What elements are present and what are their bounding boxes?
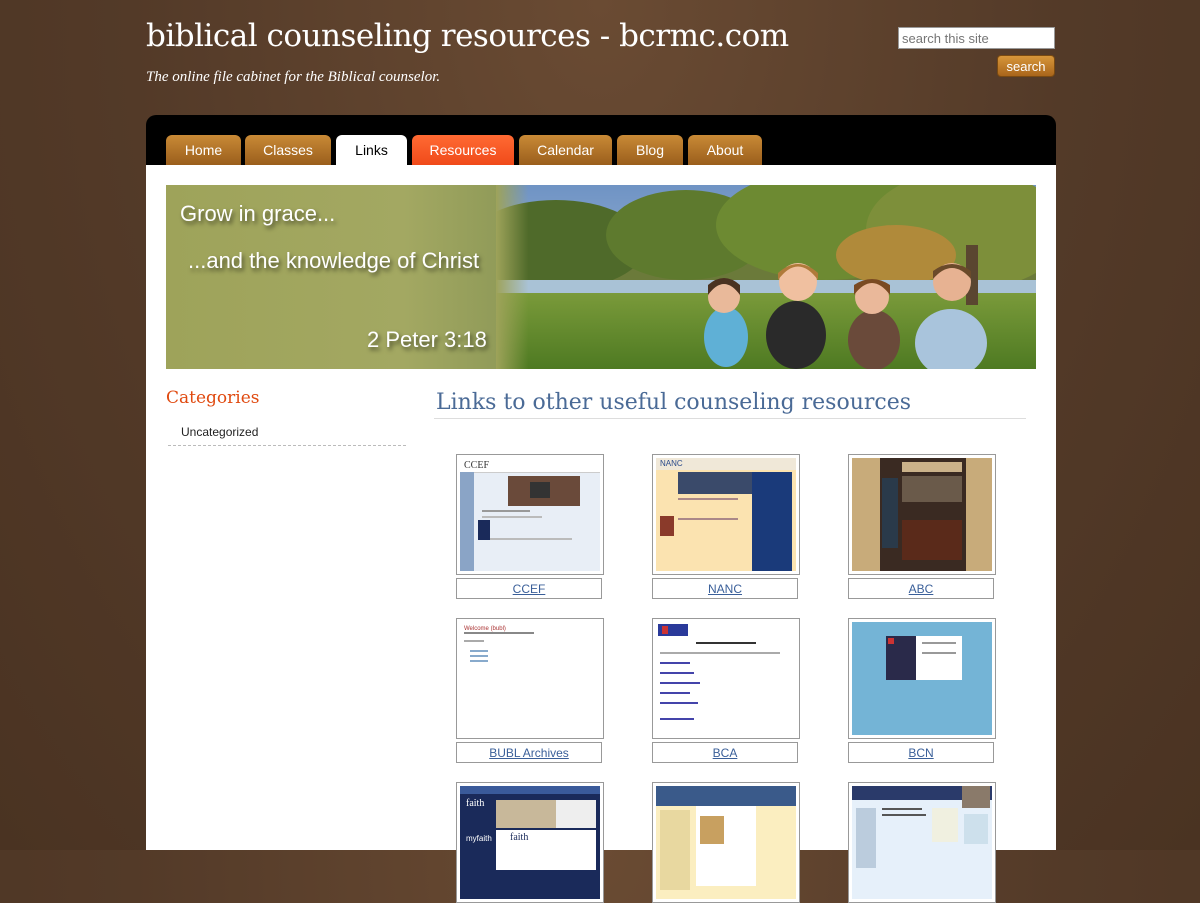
tab-links[interactable]: Links xyxy=(336,135,407,165)
link-thumbnail-abc[interactable] xyxy=(848,454,996,575)
tab-about[interactable]: About xyxy=(688,135,762,165)
link-nanc[interactable]: NANC xyxy=(708,582,742,596)
link-thumbnail-bca[interactable] xyxy=(652,618,800,739)
link-bubl-archives[interactable]: BUBL Archives xyxy=(489,746,569,760)
link-ccef[interactable]: CCEF xyxy=(513,582,546,596)
category-link-uncategorized[interactable]: Uncategorized xyxy=(181,425,258,439)
search-button[interactable]: search xyxy=(997,55,1055,77)
link-thumbnail-ccef[interactable]: CCEF xyxy=(456,454,604,575)
link-bcn[interactable]: BCN xyxy=(908,746,933,760)
link-thumbnail-7[interactable]: faith faith myfaith xyxy=(456,782,604,903)
site-title: biblical counseling resources - bcrmc.co… xyxy=(146,18,789,54)
search-input[interactable] xyxy=(898,27,1055,49)
link-thumbnail-bubl-archives[interactable]: Welcome (bubl) xyxy=(456,618,604,739)
main-nav: Home Classes Links Resources Calendar Bl… xyxy=(146,115,1056,165)
sidebar-divider xyxy=(168,445,406,446)
link-label-box-bcn: BCN xyxy=(848,742,994,763)
tab-blog[interactable]: Blog xyxy=(617,135,683,165)
link-label-box-abc: ABC xyxy=(848,578,994,599)
link-thumbnail-8[interactable] xyxy=(652,782,800,903)
tab-home[interactable]: Home xyxy=(166,135,241,165)
categories-heading: Categories xyxy=(166,388,260,408)
link-thumbnail-bcn[interactable] xyxy=(848,618,996,739)
banner-text-line1: Grow in grace... xyxy=(180,201,336,226)
link-label-box-nanc: NANC xyxy=(652,578,798,599)
link-thumbnail-nanc[interactable]: NANC xyxy=(652,454,800,575)
tab-calendar[interactable]: Calendar xyxy=(519,135,612,165)
link-label-box-bubl-archives: BUBL Archives xyxy=(456,742,602,763)
page-title: Links to other useful counseling resourc… xyxy=(436,390,912,415)
banner-text-line2: ...and the knowledge of Christ xyxy=(188,248,480,273)
site-tagline: The online file cabinet for the Biblical… xyxy=(146,69,441,85)
link-bca[interactable]: BCA xyxy=(713,746,738,760)
link-abc[interactable]: ABC xyxy=(909,582,934,596)
tab-classes[interactable]: Classes xyxy=(245,135,331,165)
banner-photo xyxy=(496,185,1036,369)
header-banner: Grow in grace... ...and the knowledge of… xyxy=(166,185,1036,369)
banner-scripture-reference: 2 Peter 3:18 xyxy=(367,327,487,352)
title-divider xyxy=(434,418,1026,419)
link-thumbnail-9[interactable] xyxy=(848,782,996,903)
tab-resources[interactable]: Resources xyxy=(412,135,514,165)
link-label-box-ccef: CCEF xyxy=(456,578,602,599)
link-label-box-bca: BCA xyxy=(652,742,798,763)
content-area: Grow in grace... ...and the knowledge of… xyxy=(146,165,1056,903)
